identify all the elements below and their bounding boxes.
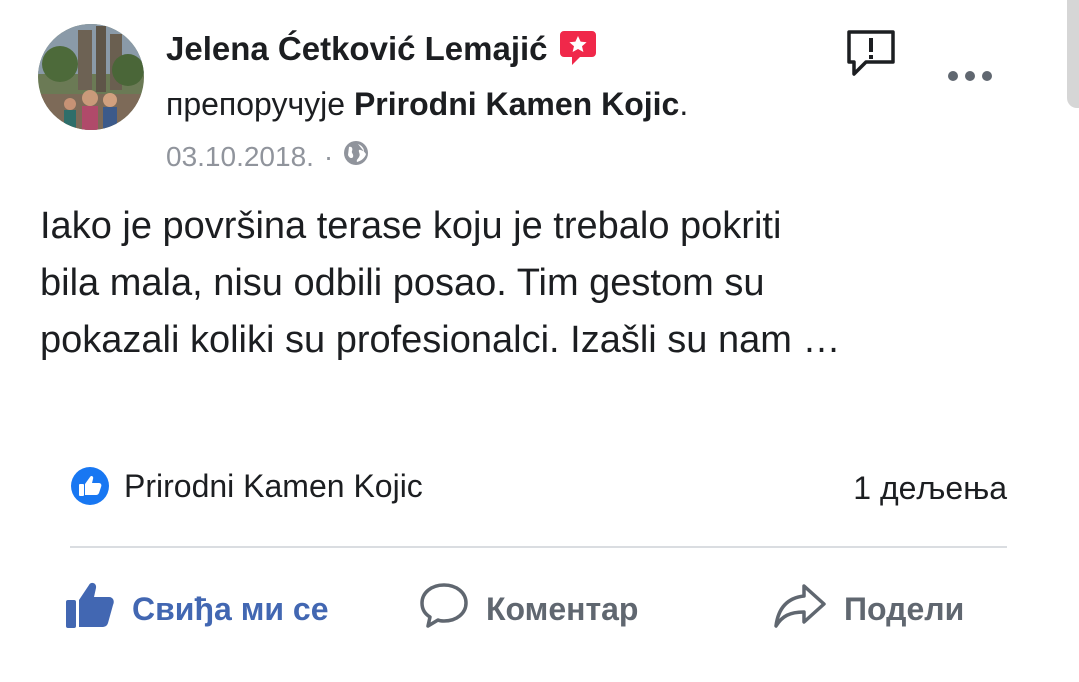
post-text-line: bila mala, nisu odbili posao. Tim gestom… (40, 262, 765, 304)
share-label: Подели (844, 590, 965, 627)
like-button[interactable]: Свиђа ми се (64, 580, 329, 638)
reactions-summary[interactable]: Prirodni Kamen Kojic (70, 466, 423, 506)
comment-label: Коментар (486, 590, 639, 627)
author-name[interactable]: Jelena Ćetković Lemajić (166, 30, 548, 68)
post-text-line: Iako je površina terase koju je trebalo … (40, 205, 782, 247)
period-text: . (679, 86, 689, 122)
shares-count[interactable]: 1 дељења (853, 470, 1007, 507)
recommends-text: препоручује (166, 86, 346, 122)
page-name-link[interactable]: Prirodni Kamen Kojic (354, 86, 679, 122)
comment-button[interactable]: Коментар (418, 580, 638, 638)
divider (70, 546, 1007, 548)
thumbs-up-icon (64, 580, 116, 638)
globe-icon (343, 140, 369, 173)
post-meta: 03.10.2018. · (166, 140, 369, 173)
post-date[interactable]: 03.10.2018. (166, 141, 314, 173)
post-header-author: Jelena Ćetković Lemajić (166, 30, 598, 68)
comment-icon (418, 580, 470, 638)
more-icon[interactable] (946, 66, 994, 86)
like-reaction-icon (70, 466, 110, 506)
like-label: Свиђа ми се (132, 590, 329, 627)
liked-by-text: Prirodni Kamen Kojic (124, 467, 423, 504)
post-body: Iako je površina terase koju je trebalo … (40, 198, 1040, 369)
share-button[interactable]: Подели (772, 580, 964, 638)
recommend-badge-icon (558, 27, 598, 67)
avatar[interactable] (38, 24, 144, 130)
post-text-line[interactable]: pokazali koliki su profesionalci. Izašli… (40, 312, 1040, 369)
recommendation-line: препоручује Prirodni Kamen Kojic. (166, 86, 688, 123)
share-arrow-icon (772, 580, 828, 638)
report-icon[interactable] (844, 28, 898, 78)
scrollbar-edge (1067, 0, 1079, 108)
meta-separator: · (323, 140, 334, 172)
